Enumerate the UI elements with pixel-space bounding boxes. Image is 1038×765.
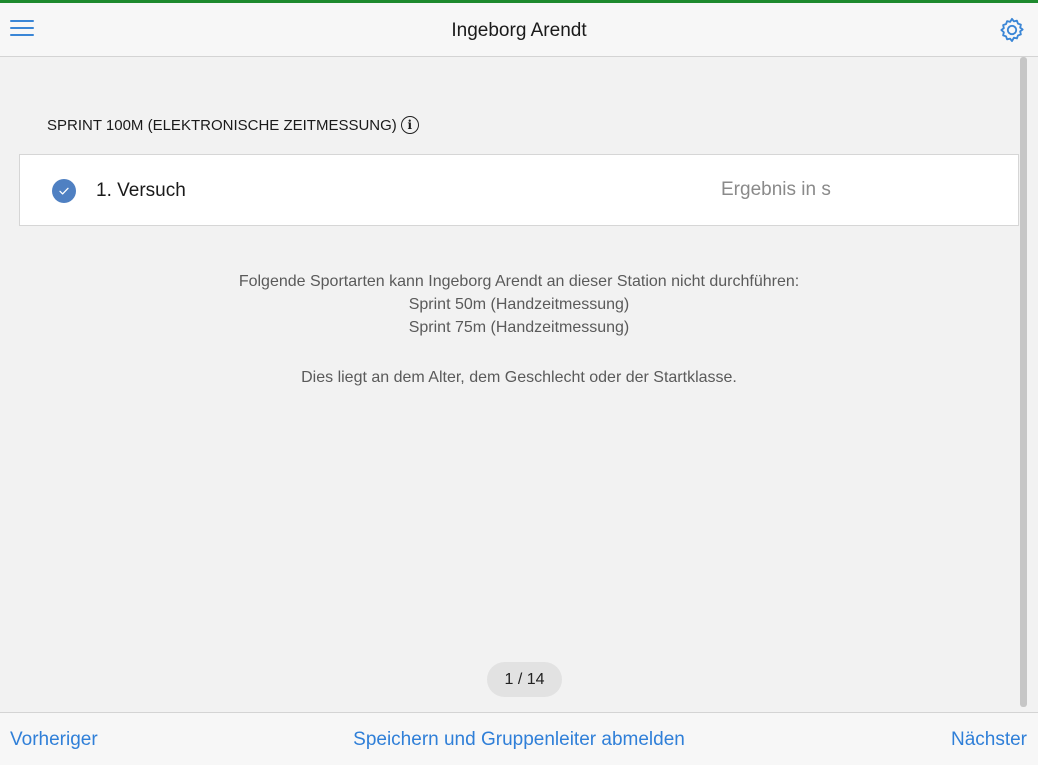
section-title-text: SPRINT 100M (ELEKTRONISCHE ZEITMESSUNG) (47, 116, 397, 134)
checkmark-circle-icon[interactable] (52, 179, 76, 203)
bottom-toolbar: Vorheriger Speichern und Gruppenleiter a… (0, 712, 1038, 765)
save-and-logout-button[interactable]: Speichern und Gruppenleiter abmelden (0, 729, 1038, 751)
excluded-sport-item: Sprint 75m (Handzeitmessung) (408, 319, 630, 336)
attempt-label: 1. Versuch (96, 180, 186, 201)
result-input[interactable] (680, 173, 1000, 207)
app-header: Ingeborg Arendt (0, 3, 1038, 57)
notice-intro: Folgende Sportarten kann Ingeborg Arendt… (238, 273, 800, 290)
notice-reason: Dies liegt an dem Alter, dem Geschlecht … (301, 369, 737, 386)
attempt-row: 1. Versuch (19, 154, 1019, 226)
page-title: Ingeborg Arendt (451, 20, 587, 41)
info-icon[interactable]: i (400, 116, 419, 134)
excluded-sport-item: Sprint 50m (Handzeitmessung) (408, 296, 630, 313)
section-title: SPRINT 100M (ELEKTRONISCHE ZEITMESSUNG) … (47, 116, 419, 134)
next-button[interactable]: Nächster (951, 729, 1027, 751)
notice-text-block: Folgende Sportarten kann Ingeborg Arendt… (0, 270, 1038, 389)
gear-icon[interactable] (998, 16, 1026, 44)
check-icon (59, 187, 69, 195)
page-indicator: 1 / 14 (487, 662, 562, 697)
